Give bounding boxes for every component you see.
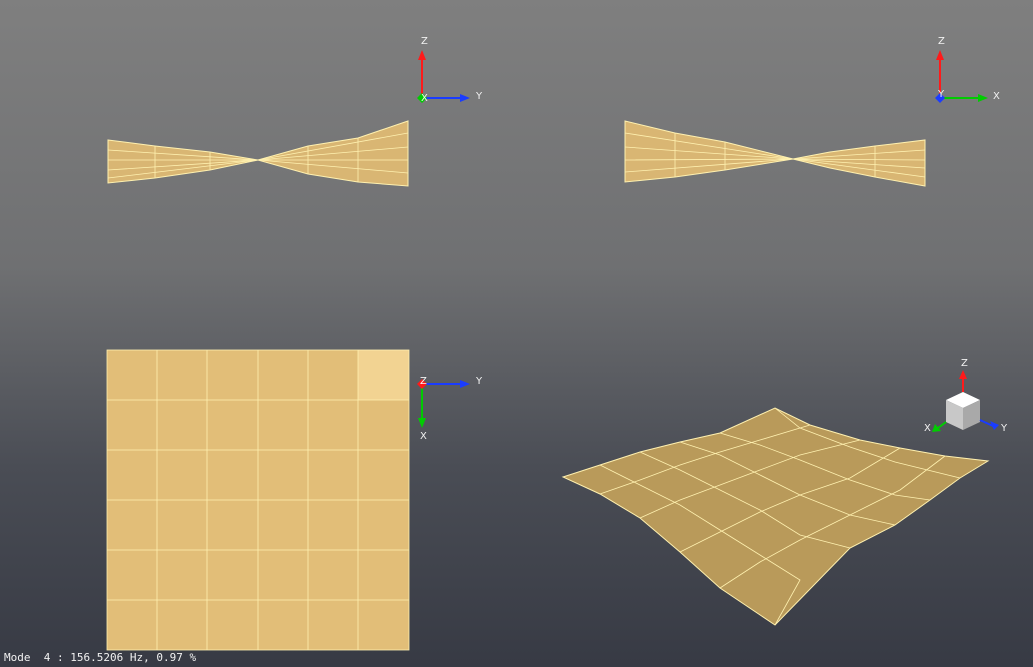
axis-cube-triad: Z X Y [924,358,1008,434]
view-front-left[interactable]: Z Y X [107,36,483,187]
svg-text:X: X [924,423,931,434]
mesh-surface-iso [561,407,990,626]
svg-text:Y: Y [475,91,483,102]
svg-text:Y: Y [1000,423,1008,434]
mesh-edge-view-left [107,120,409,187]
mode-frequency: 156.5206 Hz, [70,651,150,664]
axis-triad-top: Z Y X [417,376,483,442]
axis-triad-front: Z Y X [417,36,483,104]
mode-scale: 0.97 % [156,651,197,664]
svg-text:Z: Z [961,358,968,369]
svg-text:Y: Y [475,376,483,387]
view-iso[interactable]: Z X Y [561,358,1008,626]
mesh-edge-view-right [624,120,926,187]
viewport-canvas[interactable]: Z Y X Z X Y Z Y X Z X Y [0,0,1033,667]
view-top[interactable]: Z Y X [106,349,483,651]
mode-number: 4 [43,651,51,664]
status-bar: Mode 4 : 156.5206 Hz, 0.97 % [4,650,196,666]
svg-text:Z: Z [938,36,945,47]
svg-text:Y: Y [937,89,945,100]
mode-separator: : [57,651,64,664]
svg-text:Z: Z [420,376,427,387]
view-side-right[interactable]: Z X Y [624,36,1000,187]
svg-text:X: X [420,431,427,442]
svg-text:Z: Z [421,36,428,47]
axis-triad-side: Z X Y [935,36,1000,103]
svg-text:X: X [993,91,1000,102]
svg-text:X: X [421,93,428,104]
mode-label: Mode [4,651,31,664]
mesh-cell-highlight [358,350,409,400]
